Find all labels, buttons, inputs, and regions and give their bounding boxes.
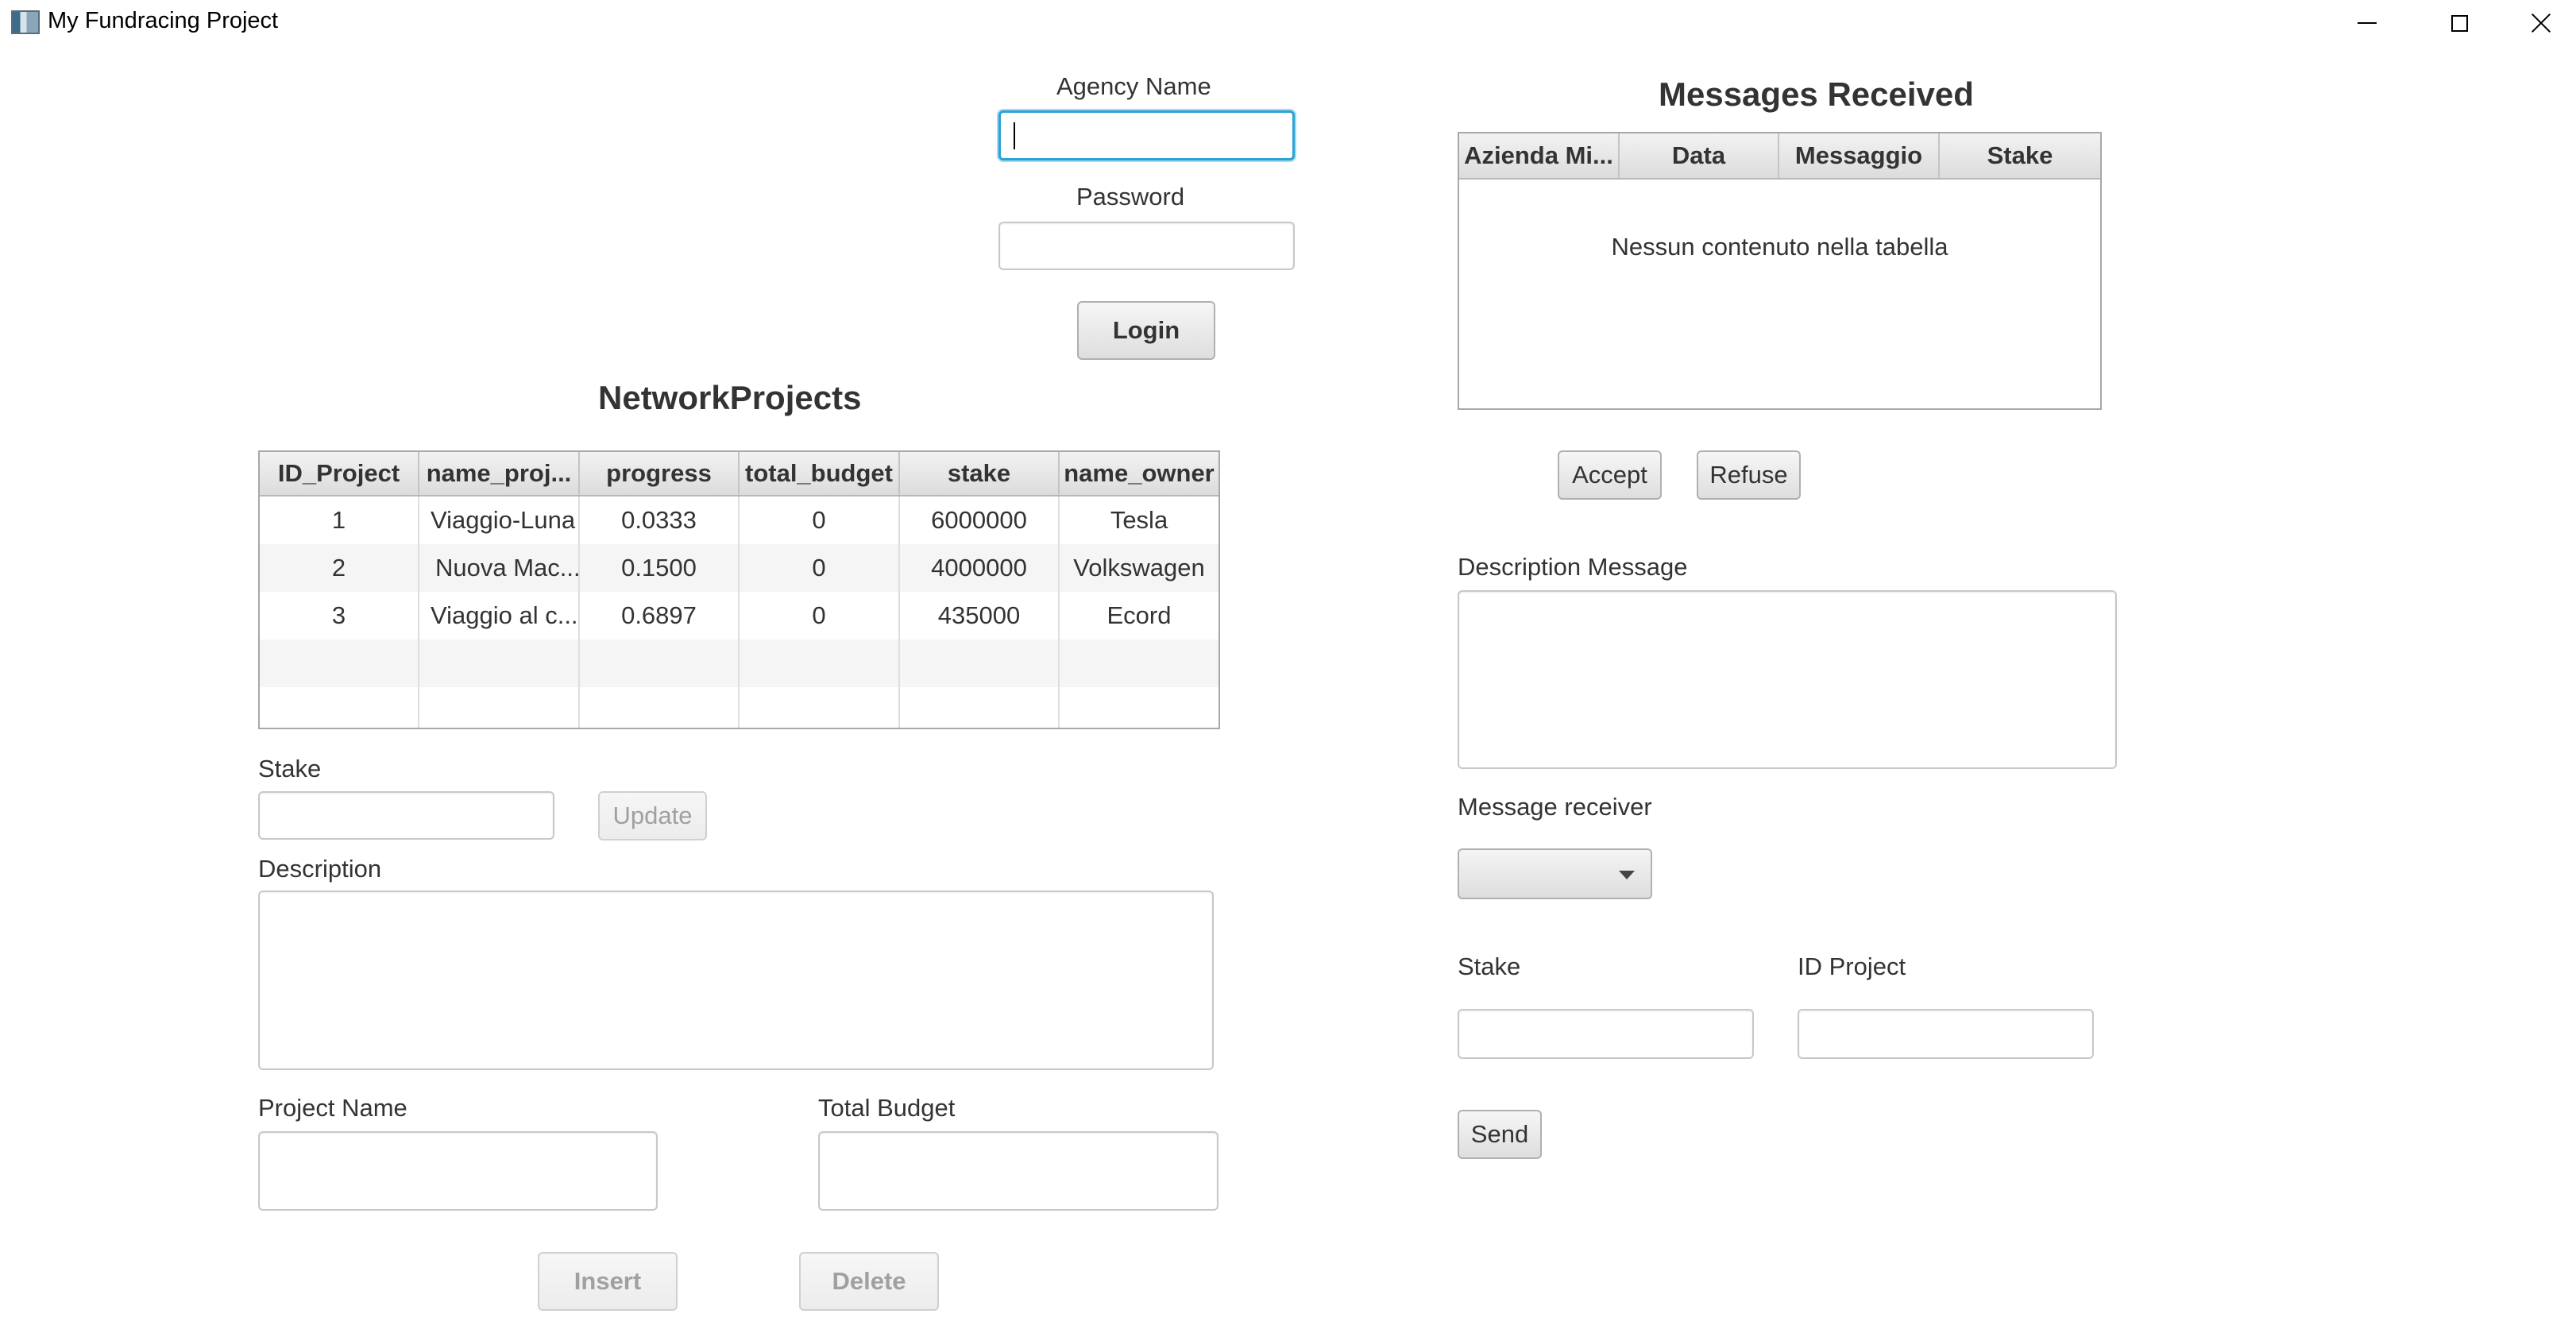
table-cell: Viaggio al c... bbox=[419, 592, 580, 639]
messages-received-title: Messages Received bbox=[1659, 75, 1974, 113]
message-stake-input[interactable] bbox=[1458, 1009, 1754, 1059]
app-icon bbox=[11, 10, 40, 34]
minimize-button[interactable] bbox=[2321, 0, 2413, 46]
table-cell: Tesla bbox=[1110, 506, 1168, 534]
table-cell: 0 bbox=[740, 496, 900, 544]
table-cell: 3 bbox=[260, 592, 419, 639]
column-header[interactable]: name_owner bbox=[1060, 452, 1218, 495]
chevron-down-icon bbox=[1619, 871, 1635, 879]
message-stake-label: Stake bbox=[1458, 952, 1521, 980]
stake-input[interactable] bbox=[258, 791, 554, 840]
table-row[interactable]: 1 Viaggio-Luna 0.0333 0 6000000 Tesla bbox=[260, 496, 1218, 544]
window-title: My Fundracing Project bbox=[48, 8, 279, 33]
table-cell: 1 bbox=[260, 496, 419, 544]
column-header[interactable]: ID_Project bbox=[260, 452, 419, 495]
table-cell: 2 bbox=[260, 544, 419, 592]
stake-label: Stake bbox=[258, 755, 322, 782]
id-project-label: ID Project bbox=[1798, 952, 1906, 980]
total-budget-input[interactable] bbox=[818, 1131, 1218, 1211]
column-header[interactable]: name_proj... bbox=[419, 452, 580, 495]
accept-button[interactable]: Accept bbox=[1558, 450, 1662, 500]
table-row-empty bbox=[260, 687, 1218, 728]
table-cell: Nuova Mac... bbox=[419, 544, 580, 592]
table-cell: Ecord bbox=[1106, 601, 1172, 629]
close-icon bbox=[2531, 13, 2551, 33]
table-cell: 6000000 bbox=[900, 496, 1060, 544]
project-name-input[interactable] bbox=[258, 1131, 658, 1211]
column-header[interactable]: stake bbox=[900, 452, 1060, 495]
update-button[interactable]: Update bbox=[598, 791, 707, 840]
minimize-icon bbox=[2358, 22, 2377, 24]
title-bar bbox=[0, 0, 2576, 46]
description-textarea[interactable] bbox=[258, 891, 1214, 1070]
column-header[interactable]: Azienda Mi... bbox=[1459, 133, 1620, 178]
description-message-label: Description Message bbox=[1458, 553, 1688, 581]
description-message-textarea[interactable] bbox=[1458, 590, 2117, 769]
description-label: Description bbox=[258, 855, 382, 883]
delete-button[interactable]: Delete bbox=[799, 1252, 939, 1311]
message-receiver-dropdown[interactable] bbox=[1458, 848, 1652, 899]
network-projects-title: NetworkProjects bbox=[598, 379, 862, 416]
login-button[interactable]: Login bbox=[1077, 301, 1215, 360]
id-project-input[interactable] bbox=[1798, 1009, 2094, 1059]
table-row-empty bbox=[260, 639, 1218, 687]
table-cell: 0.6897 bbox=[580, 592, 740, 639]
column-header[interactable]: Messaggio bbox=[1779, 133, 1940, 178]
table-header: Azienda Mi... Data Messaggio Stake bbox=[1459, 133, 2100, 180]
table-cell: 4000000 bbox=[900, 544, 1060, 592]
column-header[interactable]: Data bbox=[1620, 133, 1779, 178]
table-cell: Viaggio-Luna bbox=[419, 496, 580, 544]
total-budget-label: Total Budget bbox=[818, 1094, 956, 1122]
maximize-button[interactable] bbox=[2413, 0, 2505, 46]
maximize-icon bbox=[2450, 14, 2468, 32]
table-cell: 0 bbox=[740, 544, 900, 592]
table-header: ID_Project name_proj... progress total_b… bbox=[260, 452, 1218, 496]
insert-button[interactable]: Insert bbox=[538, 1252, 678, 1311]
column-header[interactable]: progress bbox=[580, 452, 740, 495]
table-cell: 0.0333 bbox=[580, 496, 740, 544]
agency-name-label: Agency Name bbox=[1056, 72, 1211, 100]
agency-name-input[interactable] bbox=[998, 110, 1295, 160]
table-cell: 435000 bbox=[900, 592, 1060, 639]
table-cell: 0 bbox=[740, 592, 900, 639]
table-cell: Volkswagen bbox=[1073, 554, 1205, 581]
close-button[interactable] bbox=[2505, 0, 2576, 46]
table-row[interactable]: 3 Viaggio al c... 0.6897 0 435000 Ecord bbox=[260, 592, 1218, 639]
password-label: Password bbox=[1076, 183, 1185, 211]
refuse-button[interactable]: Refuse bbox=[1697, 450, 1801, 500]
text-caret bbox=[1014, 122, 1015, 149]
empty-table-message: Nessun contenuto nella tabella bbox=[1611, 233, 1948, 261]
network-projects-table[interactable]: ID_Project name_proj... progress total_b… bbox=[258, 450, 1220, 729]
table-cell: 0.1500 bbox=[580, 544, 740, 592]
message-receiver-label: Message receiver bbox=[1458, 793, 1652, 821]
send-button[interactable]: Send bbox=[1458, 1110, 1542, 1159]
project-name-label: Project Name bbox=[258, 1094, 407, 1122]
table-row[interactable]: 2 Nuova Mac... 0.1500 0 4000000 Volkswag… bbox=[260, 544, 1218, 592]
column-header[interactable]: Stake bbox=[1940, 133, 2100, 178]
column-header[interactable]: total_budget bbox=[740, 452, 900, 495]
messages-table[interactable]: Azienda Mi... Data Messaggio Stake Nessu… bbox=[1458, 132, 2102, 410]
password-input[interactable] bbox=[998, 222, 1295, 270]
